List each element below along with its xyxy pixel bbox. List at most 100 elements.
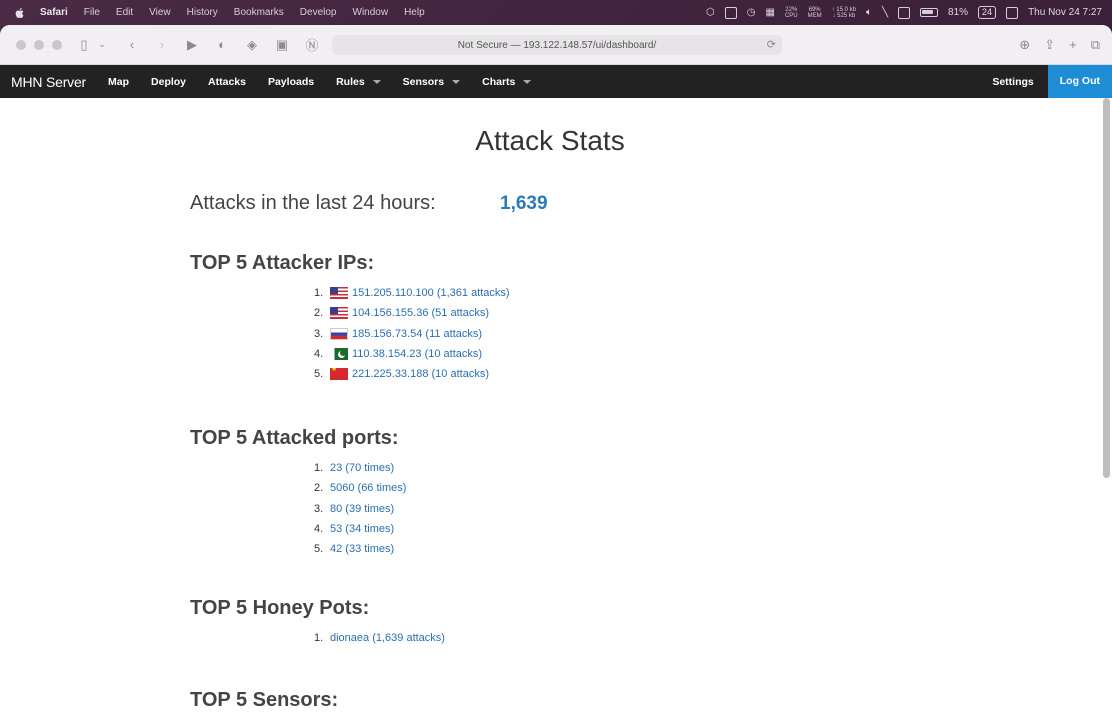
new-tab-icon[interactable]: +: [1069, 37, 1077, 53]
attacked-ports-list: 1. 23 (70 times) 2. 5060 (66 times) 3. 80 (…: [314, 458, 406, 559]
sidebar-status-icon[interactable]: [724, 6, 737, 19]
ip-link[interactable]: 185.156.73.54 (11 attacks): [352, 328, 482, 340]
nav-deploy[interactable]: Deploy: [151, 76, 186, 88]
reload-icon[interactable]: ⟳: [767, 38, 776, 51]
apple-icon[interactable]: [14, 7, 26, 19]
sidebar-toggle-icon[interactable]: ▯: [76, 37, 92, 53]
list-item: 4. 53 (34 times): [314, 519, 406, 539]
zoom-window-button[interactable]: [52, 39, 62, 50]
caret-down-icon: [523, 79, 532, 84]
menu-history[interactable]: History: [187, 7, 218, 18]
download-icon[interactable]: ⊕: [1019, 37, 1030, 53]
grid-icon[interactable]: ▦: [766, 7, 775, 18]
list-number: 5.: [314, 543, 324, 556]
menu-view[interactable]: View: [149, 7, 171, 18]
china-flag-icon: [330, 368, 348, 381]
control-center-icon[interactable]: [1006, 6, 1019, 19]
nav-rules-dropdown[interactable]: Rules: [336, 76, 381, 88]
nav-attacks[interactable]: Attacks: [208, 76, 246, 88]
nav-payloads[interactable]: Payloads: [268, 76, 314, 88]
brand-logo[interactable]: MHN Server: [11, 74, 86, 90]
list-item: 5. 42 (33 times): [314, 539, 406, 559]
menu-window[interactable]: Window: [353, 7, 389, 18]
list-number: 5.: [314, 368, 324, 381]
menu-help[interactable]: Help: [404, 7, 425, 18]
us-flag-icon: [330, 307, 348, 320]
nav-right: Settings Log Out: [992, 65, 1112, 98]
menu-develop[interactable]: Develop: [300, 7, 337, 18]
summary-label: Attacks in the last 24 hours:: [190, 192, 436, 214]
extension-icon-1[interactable]: ▶: [184, 37, 200, 53]
site-navbar: MHN Server Map Deploy Attacks Payloads R…: [0, 65, 1112, 98]
page-scrollbar[interactable]: [1103, 98, 1110, 478]
notion-icon[interactable]: Ⓝ: [304, 35, 320, 54]
nav-payloads-label: Payloads: [267, 75, 315, 88]
window-controls: [16, 39, 62, 50]
nav-map[interactable]: Map: [108, 76, 129, 88]
list-number: 1.: [314, 462, 324, 475]
menu-bookmarks[interactable]: Bookmarks: [234, 7, 284, 18]
port-link[interactable]: 53 (34 times): [330, 523, 394, 535]
attacks-summary: Attacks in the last 24 hours: 1,639: [190, 192, 548, 215]
list-number: 4.: [314, 523, 324, 536]
battery-icon[interactable]: [920, 8, 939, 17]
display-icon[interactable]: [898, 6, 911, 19]
back-icon[interactable]: ‹: [124, 37, 140, 52]
nav-sensors-dropdown[interactable]: Sensors: [403, 76, 461, 88]
pen-icon[interactable]: ╲: [882, 7, 888, 18]
list-item: 1. dionaea (1,639 attacks): [314, 628, 445, 648]
adblock-icon[interactable]: ◈: [244, 37, 260, 53]
battery-percent: 81%: [948, 7, 969, 18]
ip-link[interactable]: 221.225.33.188 (10 attacks): [352, 368, 489, 380]
page-content: Attack Stats Attacks in the last 24 hour…: [0, 98, 1112, 720]
shield-icon[interactable]: ◐: [214, 37, 230, 52]
list-item: 3. 80 (39 times): [314, 499, 406, 519]
safari-window: ▯ ⌄ ‹ › ▶ ◐ ◈ ▣ Ⓝ Not Secure — 193.122.1…: [0, 25, 1112, 720]
close-window-button[interactable]: [16, 39, 26, 50]
ip-link[interactable]: 110.38.154.23 (10 attacks): [352, 348, 482, 360]
list-item: 2. 104.156.155.36 (51 attacks): [314, 303, 510, 323]
cube-icon[interactable]: ⬡: [706, 7, 715, 18]
nav-map-label: Map: [108, 75, 130, 88]
list-number: 2.: [314, 307, 324, 320]
net-down: ↓ 525 kb: [832, 12, 856, 19]
network-stat[interactable]: ↑ 15.0 kb ↓ 525 kb: [832, 7, 856, 19]
share-icon[interactable]: ⇪: [1044, 37, 1055, 53]
settings-link[interactable]: Settings: [992, 76, 1033, 88]
menu-file[interactable]: File: [84, 7, 100, 18]
us-flag-icon: [330, 287, 348, 300]
nav-charts-dropdown[interactable]: Charts: [482, 76, 532, 88]
ip-link[interactable]: 151.205.110.100 (1,361 attacks): [352, 287, 510, 299]
port-link[interactable]: 5060 (66 times): [330, 482, 406, 494]
cpu-stat[interactable]: 22% CPU: [785, 7, 798, 19]
url-text: Not Secure — 193.122.148.57/ui/dashboard…: [457, 39, 657, 51]
honeypot-list: 1. dionaea (1,639 attacks): [314, 628, 445, 648]
browser-toolbar: ▯ ⌄ ‹ › ▶ ◐ ◈ ▣ Ⓝ Not Secure — 193.122.1…: [0, 25, 1112, 65]
honeypot-link[interactable]: dionaea (1,639 attacks): [330, 632, 445, 644]
clock[interactable]: Thu Nov 24 7:27: [1028, 7, 1102, 18]
mem-stat[interactable]: 69% MEM: [808, 7, 822, 19]
chevron-down-icon[interactable]: ⌄: [94, 39, 110, 50]
russia-flag-icon: [330, 327, 348, 340]
summary-value: 1,639: [500, 193, 548, 214]
list-item: 4. 110.38.154.23 (10 attacks): [314, 344, 510, 364]
ip-link[interactable]: 104.156.155.36 (51 attacks): [352, 307, 489, 319]
volume-icon[interactable]: 🔈︎: [866, 7, 872, 18]
extension-icon-2[interactable]: ▣: [274, 37, 290, 53]
port-link[interactable]: 42 (33 times): [330, 543, 394, 555]
status-area: ⬡ ◷ ▦ 22% CPU 69% MEM ↑ 15.0 kb ↓ 525 kb 🔈︎…: [706, 6, 1102, 19]
port-link[interactable]: 23 (70 times): [330, 462, 394, 474]
tab-overview-icon[interactable]: ⧉: [1091, 37, 1100, 53]
port-link[interactable]: 80 (39 times): [330, 503, 394, 515]
history-icon[interactable]: ◷: [747, 7, 756, 18]
calendar-badge[interactable]: 24: [978, 6, 997, 19]
menu-safari[interactable]: Safari: [40, 7, 68, 18]
forward-icon[interactable]: ›: [154, 37, 170, 52]
address-bar[interactable]: Not Secure — 193.122.148.57/ui/dashboard…: [332, 35, 782, 55]
pakistan-flag-icon: [330, 348, 348, 361]
minimize-window-button[interactable]: [34, 39, 44, 50]
menu-edit[interactable]: Edit: [116, 7, 133, 18]
logout-button[interactable]: Log Out: [1047, 65, 1112, 98]
page-title: Attack Stats: [475, 125, 625, 156]
toolbar-right: ⊕ ⇪ + ⧉: [1019, 37, 1100, 53]
